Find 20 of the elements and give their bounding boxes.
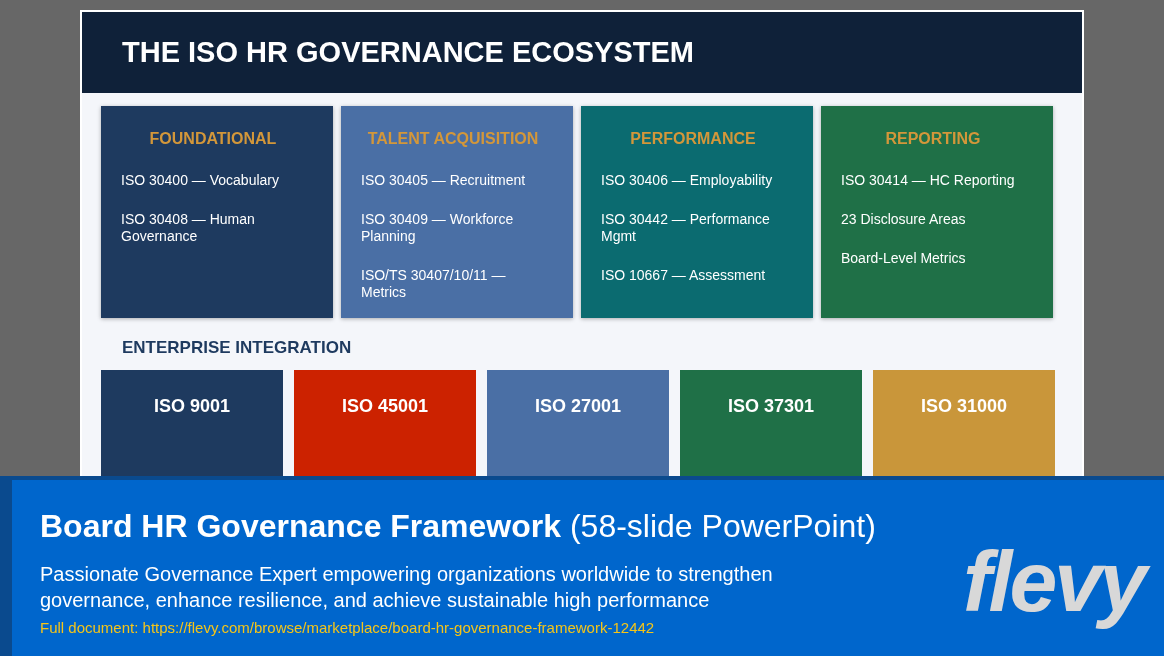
- standard-label: ISO 30414 — HC Reporting: [841, 172, 1016, 189]
- section-heading: ENTERPRISE INTEGRATION: [122, 338, 353, 358]
- standard-label: ISO 30405 — Recruitment: [361, 172, 527, 189]
- category-title: PERFORMANCE: [629, 130, 757, 148]
- standard-label: ISO 30409 — Workforce Planning: [361, 211, 515, 245]
- logo: flevy: [956, 532, 1156, 631]
- standard-label: ISO 30408 — Human Governance: [121, 211, 256, 245]
- slide-title: THE ISO HR GOVERNANCE ECOSYSTEM: [122, 36, 694, 69]
- category-title: REPORTING: [884, 130, 982, 148]
- banner-description: Passionate Governance Expert empowering organizations worldwide to strengthen governance, enhance resilience, and achieve sustainable high performance: [40, 562, 774, 613]
- standard-label: ISO 30400 — Vocabulary: [121, 172, 280, 189]
- standard-label: ISO 10667 — Assessment: [601, 267, 767, 284]
- standard-label: ISO/TS 30407/10/11 — Metrics: [361, 267, 507, 301]
- standard-label: ISO 30406 — Employability: [601, 172, 774, 189]
- standard-label: 23 Disclosure Areas: [841, 211, 967, 228]
- standard-label: ISO 30442 — Performance Mgmt: [601, 211, 771, 245]
- category-title: FOUNDATIONAL: [148, 130, 278, 148]
- standard-label: Board-Level Metrics: [841, 250, 967, 267]
- banner-title: Board HR Governance Framework (58-slide PowerPoint): [40, 508, 877, 545]
- category-title: TALENT ACQUISITION: [366, 130, 540, 148]
